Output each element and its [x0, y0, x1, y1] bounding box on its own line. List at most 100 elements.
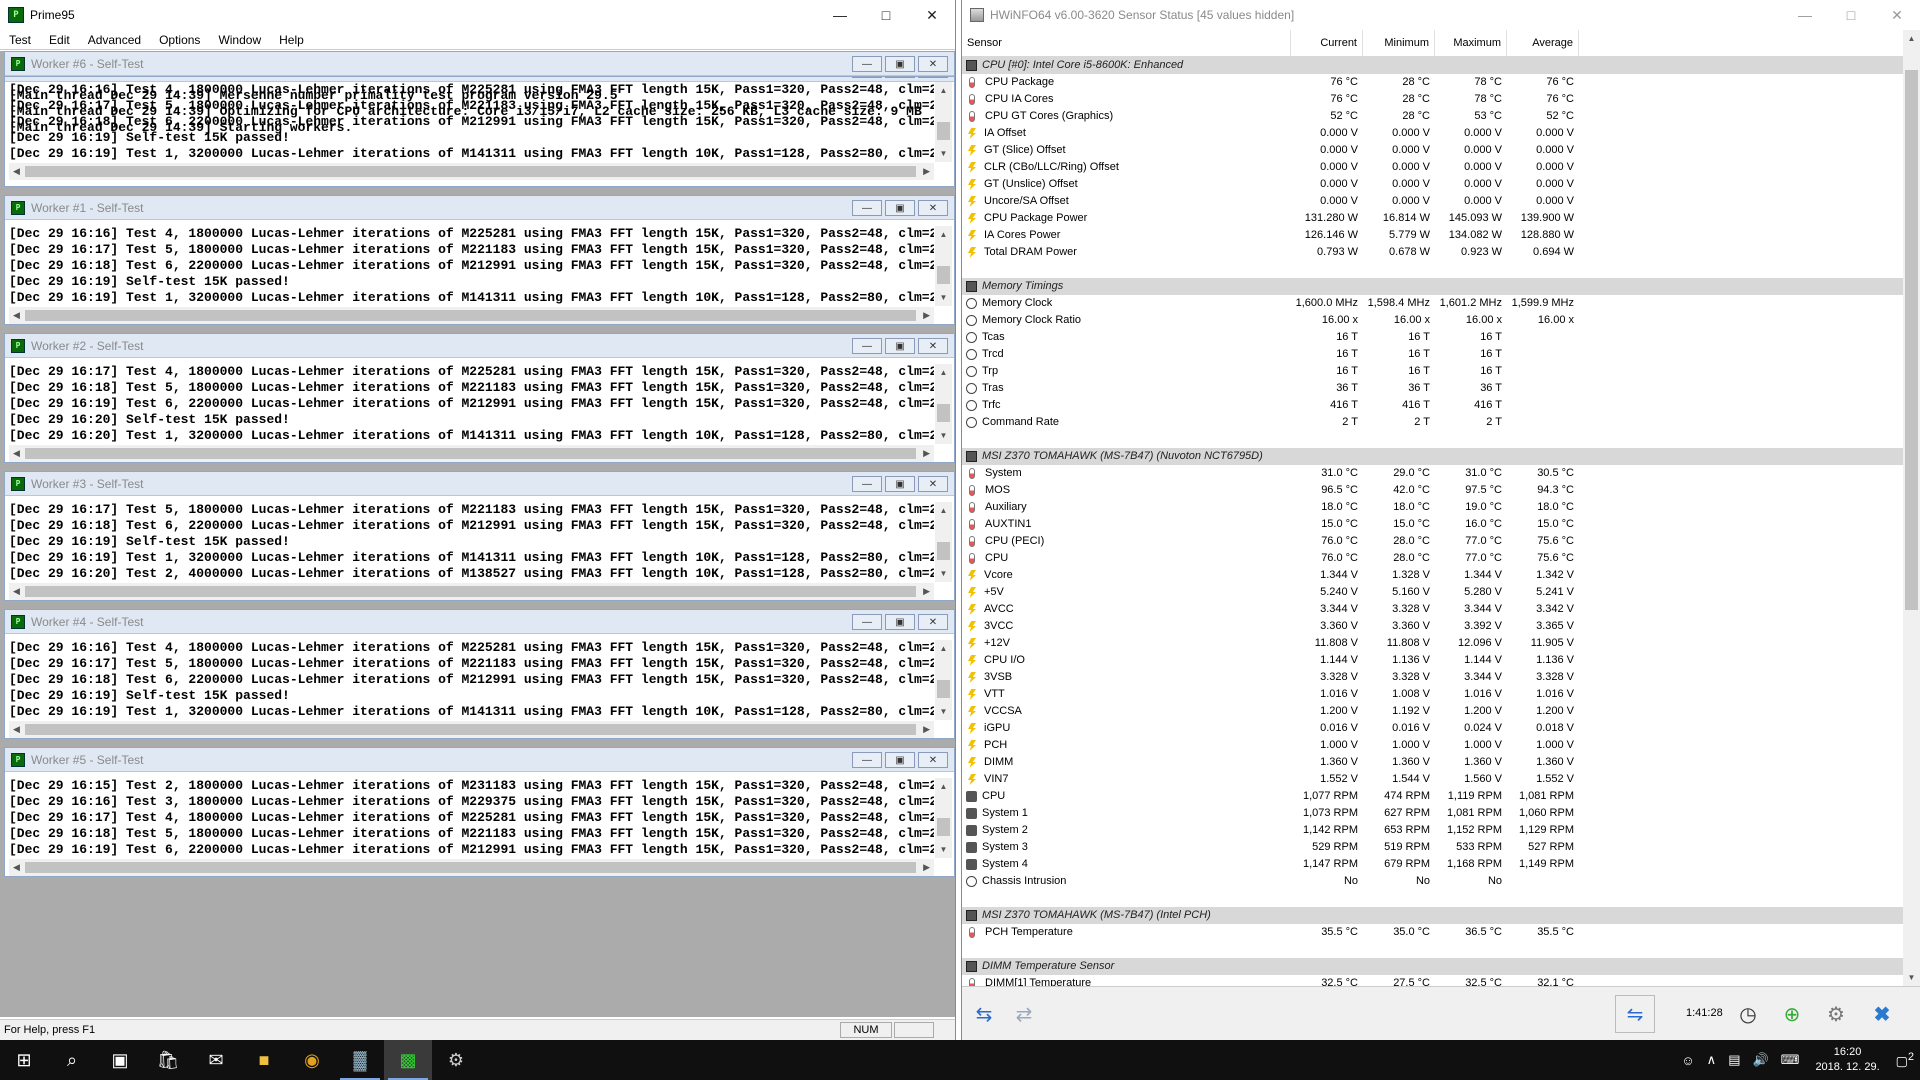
col-current[interactable]: Current [1291, 30, 1363, 56]
scroll-thumb[interactable] [25, 448, 916, 459]
col-maximum[interactable]: Maximum [1435, 30, 1507, 56]
sensor-row[interactable]: IA Offset 0.000 V 0.000 V 0.000 V 0.000 V [962, 125, 1920, 142]
sensor-row[interactable]: Auxiliary 18.0 °C 18.0 °C 19.0 °C 18.0 °C [962, 499, 1920, 516]
scroll-left-arrow-icon[interactable]: ◀ [13, 862, 20, 873]
scroll-thumb[interactable] [25, 862, 916, 873]
sensor-row[interactable]: DIMM[1] Temperature 32.5 °C 27.5 °C 32.5 °C… [962, 975, 1920, 986]
scroll-left-arrow-icon[interactable]: ◀ [13, 448, 20, 459]
people-icon[interactable]: ☺ [1675, 1053, 1700, 1068]
sensor-row[interactable]: System 31.0 °C 29.0 °C 31.0 °C 30.5 °C [962, 465, 1920, 482]
scroll-down-arrow-icon[interactable]: ▼ [935, 289, 952, 306]
child-restore-button[interactable]: ▣ [885, 614, 915, 630]
menu-test[interactable]: Test [0, 33, 40, 47]
child-close-button[interactable]: ✕ [918, 614, 948, 630]
worker-vertical-scrollbar[interactable]: ▲ ▼ [935, 364, 952, 444]
sensor-row[interactable]: VTT 1.016 V 1.008 V 1.016 V 1.016 V [962, 686, 1920, 703]
scroll-up-arrow-icon[interactable]: ▲ [1903, 30, 1920, 47]
sensor-row[interactable]: Memory Clock 1,600.0 MHz 1,598.4 MHz 1,601.… [962, 295, 1920, 312]
sensor-row[interactable]: MOS 96.5 °C 42.0 °C 97.5 °C 94.3 °C [962, 482, 1920, 499]
cpu-tool-taskbar-icon[interactable]: ⚙ [432, 1040, 480, 1080]
worker-window-titlebar[interactable]: P Worker #6 - Self-Test — ▣ ✕ [5, 52, 954, 76]
sensor-row[interactable]: CLR (CBo/LLC/Ring) Offset 0.000 V 0.000 V 0… [962, 159, 1920, 176]
sensor-group-header[interactable]: DIMM Temperature Sensor [962, 958, 1920, 975]
worker-window-titlebar[interactable]: P Worker #2 - Self-Test — ▣ ✕ [5, 334, 954, 358]
sensor-row[interactable]: Trp 16 T 16 T 16 T [962, 363, 1920, 380]
worker-window-3[interactable]: P Worker #3 - Self-Test — ▣ ✕ [Dec 29 16:17] … [4, 471, 955, 601]
sensor-row[interactable]: 3VCC 3.360 V 3.360 V 3.392 V 3.365 V [962, 618, 1920, 635]
child-minimize-button[interactable]: — [852, 56, 882, 72]
scroll-thumb[interactable] [937, 542, 950, 560]
sensor-row[interactable]: CPU Package Power 131.280 W 16.814 W 145.09… [962, 210, 1920, 227]
sensor-row[interactable]: CPU I/O 1.144 V 1.136 V 1.144 V 1.136 V [962, 652, 1920, 669]
close-button[interactable]: ✕ [909, 0, 955, 30]
worker-horizontal-scrollbar[interactable]: ◀ ▶ [9, 163, 934, 180]
child-restore-button[interactable]: ▣ [885, 56, 915, 72]
sensor-row[interactable]: Command Rate 2 T 2 T 2 T [962, 414, 1920, 431]
scroll-thumb[interactable] [25, 724, 916, 735]
scroll-thumb[interactable] [937, 818, 950, 836]
sensor-row[interactable]: Trfc 416 T 416 T 416 T [962, 397, 1920, 414]
child-restore-button[interactable]: ▣ [885, 338, 915, 354]
scroll-up-arrow-icon[interactable]: ▲ [935, 640, 952, 657]
child-minimize-button[interactable]: — [852, 614, 882, 630]
child-close-button[interactable]: ✕ [918, 56, 948, 72]
worker-window-2[interactable]: P Worker #2 - Self-Test — ▣ ✕ [Dec 29 16:17] … [4, 333, 955, 463]
hw-maximize-button[interactable]: □ [1828, 0, 1874, 30]
sensor-row[interactable]: CPU IA Cores 76 °C 28 °C 78 °C 76 °C [962, 91, 1920, 108]
scroll-up-arrow-icon[interactable]: ▲ [935, 778, 952, 795]
expand-arrows-icon[interactable]: ⇆ [966, 995, 1002, 1033]
worker-vertical-scrollbar[interactable]: ▲ ▼ [935, 226, 952, 306]
sensor-row[interactable]: 3VSB 3.328 V 3.328 V 3.344 V 3.328 V [962, 669, 1920, 686]
scroll-right-arrow-icon[interactable]: ▶ [923, 862, 930, 873]
sensor-row[interactable]: VCCSA 1.200 V 1.192 V 1.200 V 1.200 V [962, 703, 1920, 720]
scroll-left-arrow-icon[interactable]: ◀ [13, 166, 20, 177]
minimize-button[interactable]: — [817, 0, 863, 30]
sensor-row[interactable]: AVCC 3.344 V 3.328 V 3.344 V 3.342 V [962, 601, 1920, 618]
worker-horizontal-scrollbar[interactable]: ◀ ▶ [9, 721, 934, 738]
col-sensor[interactable]: Sensor [962, 30, 1291, 56]
worker-window-6[interactable]: P Worker #6 - Self-Test — ▣ ✕ [Dec 29 16:16] … [4, 51, 955, 180]
sensor-row[interactable]: Tcas 16 T 16 T 16 T [962, 329, 1920, 346]
col-minimum[interactable]: Minimum [1363, 30, 1435, 56]
child-minimize-button[interactable]: — [852, 200, 882, 216]
scroll-thumb[interactable] [25, 586, 916, 597]
sensor-row[interactable]: VIN7 1.552 V 1.544 V 1.560 V 1.552 V [962, 771, 1920, 788]
file-explorer-icon[interactable]: ■ [240, 1040, 288, 1080]
scroll-right-arrow-icon[interactable]: ▶ [923, 724, 930, 735]
notification-icon[interactable]: ▢2 [1890, 1051, 1920, 1069]
sensor-group-header[interactable]: Memory Timings [962, 278, 1920, 295]
sensor-row[interactable]: +5V 5.240 V 5.160 V 5.280 V 5.241 V [962, 584, 1920, 601]
sensor-row[interactable]: Chassis Intrusion No No No [962, 873, 1920, 890]
scroll-right-arrow-icon[interactable]: ▶ [923, 310, 930, 321]
scroll-thumb[interactable] [937, 404, 950, 422]
sensor-row[interactable]: System 3 529 RPM 519 RPM 533 RPM 527 RPM [962, 839, 1920, 856]
hw-close-button[interactable]: ✕ [1874, 0, 1920, 30]
sensor-row[interactable]: iGPU 0.016 V 0.016 V 0.024 V 0.018 V [962, 720, 1920, 737]
child-restore-button[interactable]: ▣ [885, 200, 915, 216]
worker-window-titlebar[interactable]: P Worker #5 - Self-Test — ▣ ✕ [5, 748, 954, 772]
sensor-row[interactable]: DIMM 1.360 V 1.360 V 1.360 V 1.360 V [962, 754, 1920, 771]
hwinfo-titlebar[interactable]: HWiNFO64 v6.00-3620 Sensor Status [45 va… [962, 0, 1920, 30]
worker-horizontal-scrollbar[interactable]: ◀ ▶ [9, 445, 934, 462]
scroll-right-arrow-icon[interactable]: ▶ [923, 586, 930, 597]
child-close-button[interactable]: ✕ [918, 200, 948, 216]
sensor-group-header[interactable]: CPU [#0]: Intel Core i5-8600K: Enhanced [962, 57, 1920, 74]
scroll-thumb[interactable] [937, 266, 950, 284]
collapse-arrows-icon[interactable]: ⇄ [1006, 995, 1042, 1033]
scroll-left-arrow-icon[interactable]: ◀ [13, 724, 20, 735]
sensor-row[interactable]: +12V 11.808 V 11.808 V 12.096 V 11.905 V [962, 635, 1920, 652]
sensor-row[interactable]: System 1 1,073 RPM 627 RPM 1,081 RPM 1,060 R… [962, 805, 1920, 822]
scroll-left-arrow-icon[interactable]: ◀ [13, 586, 20, 597]
scroll-down-arrow-icon[interactable]: ▼ [935, 145, 952, 162]
worker-horizontal-scrollbar[interactable]: ◀ ▶ [9, 859, 934, 876]
child-restore-button[interactable]: ▣ [885, 752, 915, 768]
child-minimize-button[interactable]: — [852, 752, 882, 768]
start-button-windows-icon[interactable]: ⊞ [0, 1040, 48, 1080]
sensor-row[interactable]: GT (Unslice) Offset 0.000 V 0.000 V 0.000 V… [962, 176, 1920, 193]
prime95-taskbar-icon[interactable]: ▩ [384, 1040, 432, 1080]
sensor-row[interactable]: CPU 76.0 °C 28.0 °C 77.0 °C 75.6 °C [962, 550, 1920, 567]
worker-window-4[interactable]: P Worker #4 - Self-Test — ▣ ✕ [Dec 29 16:16] … [4, 609, 955, 739]
menu-help[interactable]: Help [270, 33, 313, 47]
sensor-row[interactable]: System 4 1,147 RPM 679 RPM 1,168 RPM 1,149 R… [962, 856, 1920, 873]
sensor-row[interactable]: Uncore/SA Offset 0.000 V 0.000 V 0.000 V 0.0… [962, 193, 1920, 210]
